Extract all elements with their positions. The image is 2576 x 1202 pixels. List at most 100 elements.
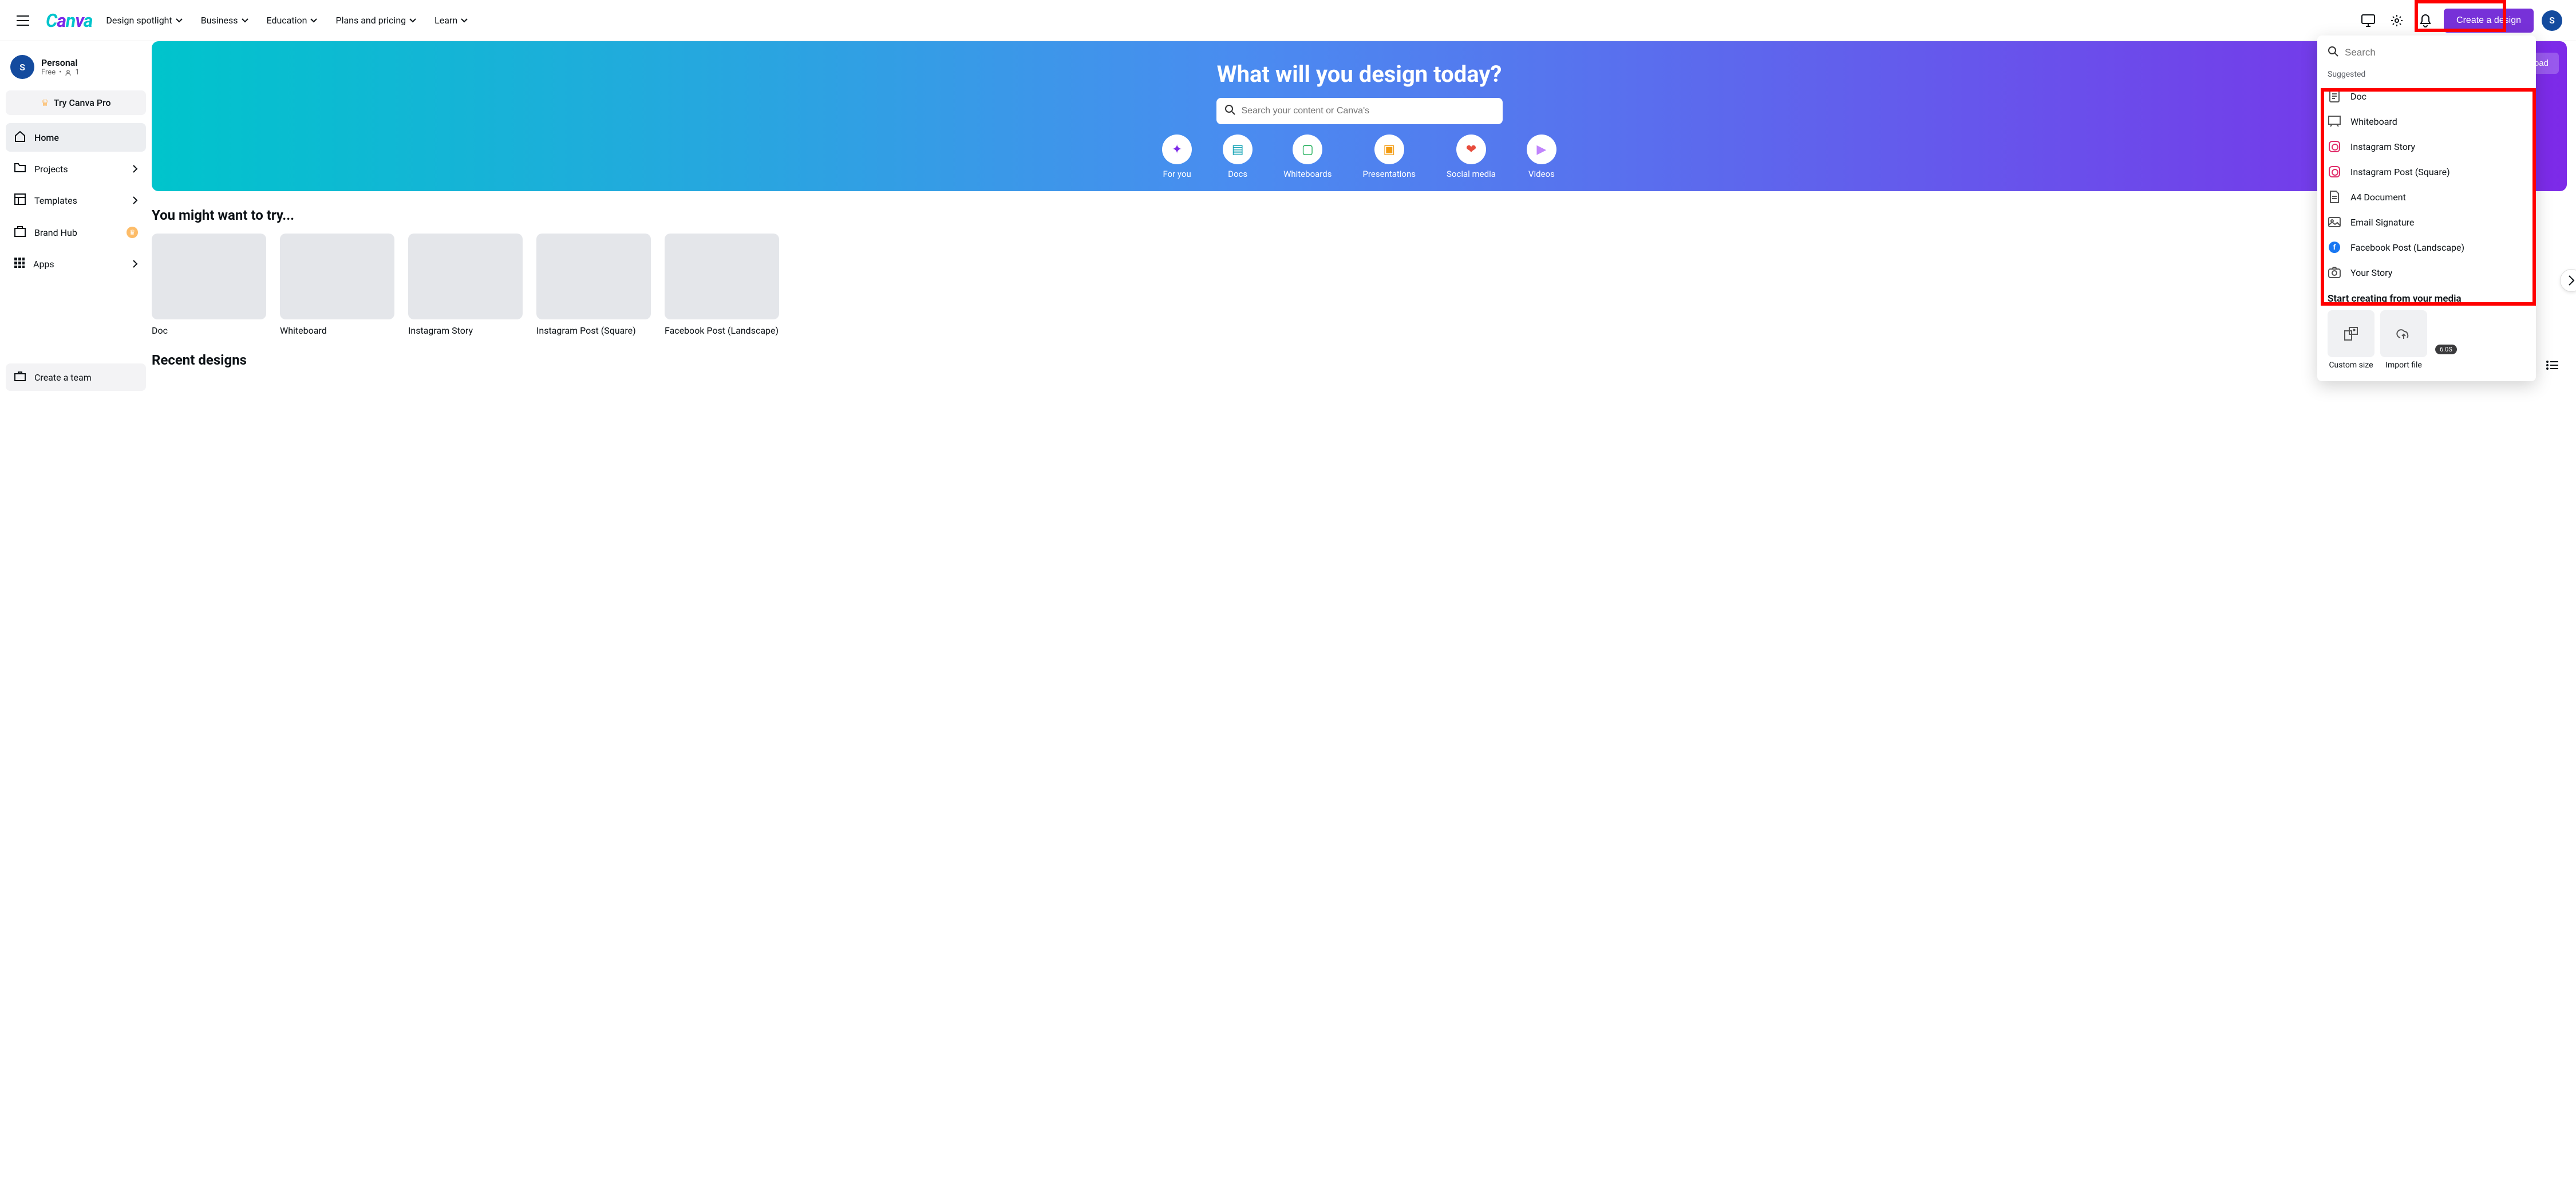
hero-search-input[interactable] — [1242, 106, 1495, 116]
card-doc[interactable]: Doc — [152, 234, 266, 336]
crown-icon: ♛ — [41, 97, 49, 108]
create-design-dropdown: Suggested Doc Whiteboard Instagram Story… — [2317, 35, 2536, 381]
sidebar: S Personal Free• 1 ♛ Try Canva Pro Home … — [0, 41, 152, 401]
account-name: Personal — [41, 57, 80, 68]
page-icon — [2328, 190, 2341, 204]
recent-section: Recent designs — [152, 336, 2576, 378]
sidebar-item-apps[interactable]: Apps — [6, 250, 146, 278]
import-file-button[interactable]: Import file — [2380, 310, 2427, 370]
card-whiteboard[interactable]: Whiteboard — [280, 234, 394, 336]
card-facebook-post[interactable]: Facebook Post (Landscape) — [665, 234, 779, 336]
cat-videos[interactable]: ▶Videos — [1527, 135, 1556, 179]
crown-badge-icon: ♛ — [127, 227, 138, 238]
folder-icon — [14, 162, 26, 176]
chevron-right-icon — [132, 260, 138, 268]
image-icon — [2328, 215, 2341, 229]
cat-social[interactable]: ❤Social media — [1447, 135, 1496, 179]
media-heading: Start creating from your media — [2317, 285, 2536, 310]
sugg-instagram-story[interactable]: Instagram Story — [2317, 134, 2536, 159]
sugg-email-signature[interactable]: Email Signature — [2317, 209, 2536, 235]
search-icon — [1224, 104, 1236, 118]
cat-docs[interactable]: ▤Docs — [1223, 135, 1253, 179]
thumb-ig-story — [408, 234, 523, 319]
doc-icon — [2328, 89, 2341, 103]
user-avatar[interactable]: S — [2542, 10, 2562, 31]
camera-icon — [2328, 266, 2341, 279]
menu-icon[interactable] — [14, 11, 32, 30]
doc-icon: ▤ — [1223, 135, 1253, 164]
nav-business[interactable]: Business — [201, 15, 248, 26]
top-menu: Design spotlight Business Education Plan… — [106, 15, 468, 26]
video-icon: ▶ — [1527, 135, 1556, 164]
cat-for-you[interactable]: ✦For you — [1162, 135, 1192, 179]
account-avatar-icon: S — [10, 55, 34, 79]
chevron-right-icon — [132, 165, 138, 173]
account-subline: Free• 1 — [41, 68, 80, 77]
presentation-icon: ▣ — [1374, 135, 1404, 164]
sugg-your-story[interactable]: Your Story — [2317, 260, 2536, 285]
team-icon — [14, 370, 26, 384]
brand-icon — [14, 225, 26, 240]
sidebar-item-home[interactable]: Home — [6, 123, 146, 152]
facebook-icon: f — [2328, 240, 2341, 254]
bell-icon[interactable] — [2415, 10, 2436, 31]
sugg-facebook-post[interactable]: fFacebook Post (Landscape) — [2317, 235, 2536, 260]
create-team-button[interactable]: Create a team — [6, 363, 146, 391]
desktop-icon[interactable] — [2358, 10, 2379, 31]
panel-search[interactable] — [2317, 42, 2536, 68]
try-section: You might want to try... Doc Whiteboard … — [152, 191, 2576, 336]
suggested-label: Suggested — [2317, 68, 2536, 84]
card-instagram-post[interactable]: Instagram Post (Square) — [536, 234, 651, 336]
cat-presentations[interactable]: ▣Presentations — [1362, 135, 1416, 179]
sparkle-icon: ✦ — [1162, 135, 1192, 164]
main-content: Upload What will you design today? ✦For … — [152, 41, 2576, 401]
try-pro-button[interactable]: ♛ Try Canva Pro — [6, 90, 146, 115]
instagram-icon — [2328, 140, 2341, 153]
templates-icon — [14, 193, 26, 208]
card-instagram-story[interactable]: Instagram Story — [408, 234, 523, 336]
media-row: Custom size Import file 6.0S — [2317, 310, 2536, 370]
nav-education[interactable]: Education — [267, 15, 318, 26]
sugg-doc[interactable]: Doc — [2317, 84, 2536, 109]
cat-whiteboards[interactable]: ▢Whiteboards — [1283, 135, 1332, 179]
thumb-fb-post — [665, 234, 779, 319]
custom-size-button[interactable]: Custom size — [2328, 310, 2374, 370]
sidebar-item-templates[interactable]: Templates — [6, 186, 146, 215]
top-icons: Create a design S — [2358, 9, 2562, 33]
account-block[interactable]: S Personal Free• 1 — [6, 52, 146, 82]
canva-logo[interactable]: Canva — [46, 10, 92, 31]
gear-icon[interactable] — [2387, 10, 2407, 31]
thumb-whiteboard — [280, 234, 394, 319]
create-design-button[interactable]: Create a design — [2444, 9, 2534, 33]
custom-size-icon — [2328, 310, 2374, 357]
upload-cloud-icon — [2380, 310, 2427, 357]
list-view-icon[interactable] — [2542, 355, 2562, 375]
nav-design-spotlight[interactable]: Design spotlight — [106, 15, 182, 26]
hero-categories: ✦For you ▤Docs ▢Whiteboards ▣Presentatio… — [1162, 135, 1556, 179]
sugg-instagram-post[interactable]: Instagram Post (Square) — [2317, 159, 2536, 184]
try-heading: You might want to try... — [152, 207, 2576, 223]
sidebar-item-brand-hub[interactable]: Brand Hub ♛ — [6, 218, 146, 247]
home-icon — [14, 130, 26, 145]
sidebar-item-projects[interactable]: Projects — [6, 155, 146, 183]
nav-learn[interactable]: Learn — [434, 15, 468, 26]
panel-search-input[interactable] — [2345, 47, 2526, 58]
apps-icon — [14, 257, 25, 271]
hero-search[interactable] — [1216, 98, 1503, 124]
top-nav: Canva Design spotlight Business Educatio… — [0, 0, 2576, 41]
instagram-icon — [2328, 165, 2341, 179]
thumb-ig-post — [536, 234, 651, 319]
search-icon — [2328, 46, 2339, 60]
try-cards: Doc Whiteboard Instagram Story Instagram… — [152, 234, 2576, 336]
sugg-whiteboard[interactable]: Whiteboard — [2317, 109, 2536, 134]
chevron-right-icon — [132, 196, 138, 204]
hero-banner: Upload What will you design today? ✦For … — [152, 41, 2567, 191]
thumb-doc — [152, 234, 266, 319]
scroll-right-button[interactable] — [2560, 269, 2576, 292]
badge-6-0s: 6.0S — [2435, 345, 2457, 354]
nav-plans-pricing[interactable]: Plans and pricing — [335, 15, 416, 26]
whiteboard-icon: ▢ — [1293, 135, 1322, 164]
whiteboard-icon — [2328, 114, 2341, 128]
hero-title: What will you design today? — [1217, 61, 1502, 88]
sugg-a4-document[interactable]: A4 Document — [2317, 184, 2536, 209]
